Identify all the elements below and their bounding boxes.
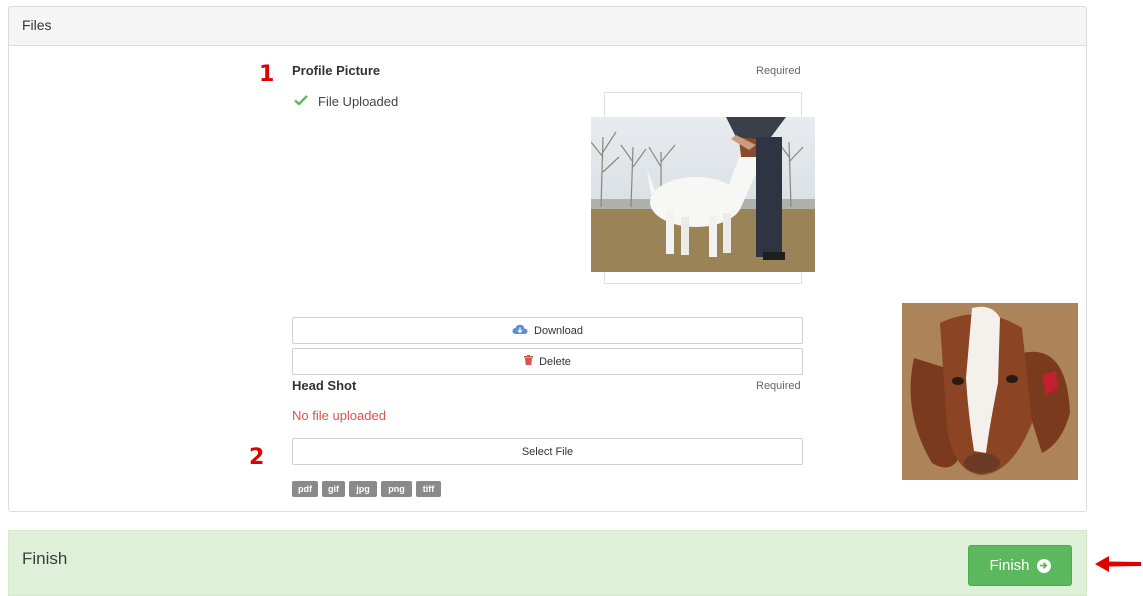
finish-button[interactable]: Finish [968,545,1072,586]
file-type-badge: gif [322,481,345,497]
cloud-download-icon [512,324,528,338]
finish-panel-title: Finish [22,549,68,568]
file-type-badge: jpg [349,481,377,497]
head-shot-image [902,303,1078,480]
file-type-badge: pdf [292,481,318,497]
select-file-button-label: Select File [521,445,574,458]
download-button[interactable]: Download [292,317,803,344]
trash-icon [524,355,534,368]
files-panel-title: Files [22,17,52,33]
arrow-right-circle-icon [1036,558,1051,573]
files-panel-header [8,6,1087,46]
profile-picture-image [590,117,815,272]
delete-button[interactable]: Delete [292,348,803,375]
arrow-left-annotation-icon [1095,555,1141,573]
file-uploaded-status: File Uploaded [318,94,399,109]
delete-button-label: Delete [539,355,571,368]
file-type-badge: tiff [416,481,441,497]
step-2-annotation: 2 [249,445,265,470]
finish-button-label: Finish [989,557,1030,574]
select-file-button[interactable]: Select File [292,438,803,465]
check-icon [294,93,308,109]
head-shot-label: Head Shot [292,378,357,393]
finish-panel [8,530,1087,596]
step-1-annotation: 1 [259,62,275,87]
profile-picture-label: Profile Picture [292,63,381,78]
profile-picture-required: Required [756,65,801,77]
download-button-label: Download [534,324,583,337]
file-type-badge: png [381,481,412,497]
head-shot-required: Required [756,380,801,392]
head-shot-status: No file uploaded [292,408,386,423]
